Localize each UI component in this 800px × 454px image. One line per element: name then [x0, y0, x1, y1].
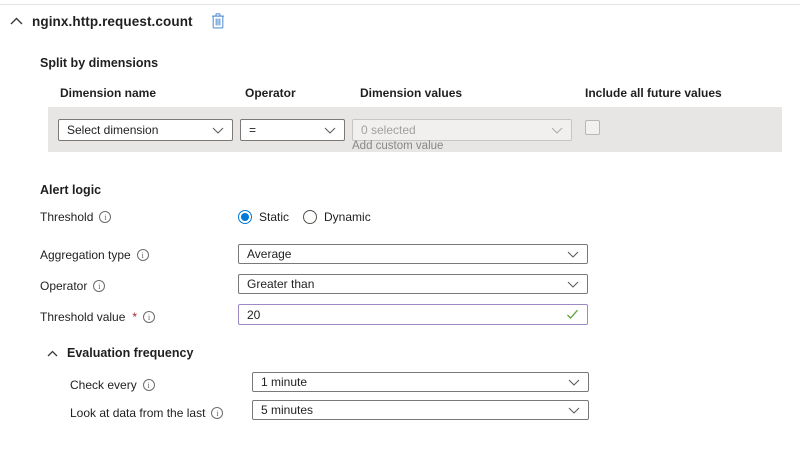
evaluation-frequency-header[interactable]: Evaluation frequency — [47, 346, 193, 360]
evaluation-frequency-title: Evaluation frequency — [67, 346, 193, 360]
aggregation-type-label: Aggregation type — [40, 248, 131, 262]
split-by-dimensions-title: Split by dimensions — [40, 56, 158, 70]
threshold-value-input[interactable] — [247, 308, 527, 322]
threshold-label-row: Threshold — [40, 210, 111, 224]
radio-unselected-icon — [303, 210, 317, 224]
chevron-down-icon — [324, 127, 336, 134]
threshold-value-label: Threshold value — [40, 310, 125, 324]
collapse-metric-chevron-icon[interactable] — [10, 17, 23, 25]
info-icon[interactable] — [99, 211, 111, 223]
threshold-radio-static[interactable]: Static — [238, 210, 289, 224]
top-divider — [0, 4, 800, 5]
chevron-down-icon — [551, 127, 563, 134]
required-asterisk: * — [132, 310, 137, 324]
dimension-operator-dropdown[interactable]: = — [240, 119, 345, 141]
aggregation-type-label-row: Aggregation type — [40, 248, 149, 262]
collapse-section-chevron-icon — [47, 350, 58, 357]
info-icon[interactable] — [211, 407, 223, 419]
metric-header: nginx.http.request.count — [10, 11, 225, 31]
aggregation-type-dropdown[interactable]: Average — [238, 244, 588, 264]
include-future-values-checkbox[interactable] — [585, 120, 600, 135]
radio-selected-icon — [238, 210, 252, 224]
dimension-name-dropdown-value: Select dimension — [67, 123, 158, 137]
threshold-value-field-wrap — [238, 304, 588, 325]
dimension-operator-dropdown-value: = — [249, 123, 256, 137]
metric-title: nginx.http.request.count — [32, 14, 193, 29]
dimension-values-dropdown-value: 0 selected — [361, 123, 416, 137]
dimension-name-dropdown[interactable]: Select dimension — [58, 119, 233, 141]
chevron-down-icon — [212, 127, 224, 134]
check-every-label-row: Check every — [70, 378, 155, 392]
delete-metric-button[interactable] — [211, 13, 225, 29]
dimension-values-dropdown: 0 selected — [352, 119, 572, 141]
info-icon[interactable] — [93, 280, 105, 292]
threshold-radio-dynamic[interactable]: Dynamic — [303, 210, 371, 224]
chevron-down-icon — [568, 407, 580, 414]
radio-dynamic-label: Dynamic — [324, 210, 371, 224]
operator-label: Operator — [40, 279, 87, 293]
chevron-down-icon — [567, 251, 579, 258]
threshold-label: Threshold — [40, 210, 93, 224]
info-icon[interactable] — [137, 249, 149, 261]
info-icon[interactable] — [143, 311, 155, 323]
operator-label-row: Operator — [40, 279, 105, 293]
add-custom-value-link[interactable]: Add custom value — [352, 140, 443, 152]
lookback-dropdown[interactable]: 5 minutes — [252, 400, 589, 420]
alert-logic-title: Alert logic — [40, 183, 101, 197]
threshold-value-label-row: Threshold value * — [40, 310, 155, 324]
check-every-label: Check every — [70, 378, 137, 392]
chevron-down-icon — [568, 379, 580, 386]
radio-static-label: Static — [259, 210, 289, 224]
column-header-dimension-name: Dimension name — [60, 86, 156, 100]
trash-icon — [211, 13, 225, 29]
lookback-label-row: Look at data from the last — [70, 406, 223, 420]
operator-dropdown-value: Greater than — [247, 277, 314, 291]
column-header-dimension-values: Dimension values — [360, 86, 462, 100]
check-every-dropdown-value: 1 minute — [261, 375, 307, 389]
dimension-row: Select dimension = 0 selected Add custom… — [48, 107, 782, 152]
aggregation-type-dropdown-value: Average — [247, 247, 291, 261]
info-icon[interactable] — [143, 379, 155, 391]
column-header-include-future-values: Include all future values — [585, 86, 722, 100]
check-every-dropdown[interactable]: 1 minute — [252, 372, 589, 392]
metric-alert-config-panel: nginx.http.request.count Split by dimens… — [0, 0, 800, 454]
valid-check-icon — [566, 309, 579, 320]
lookback-dropdown-value: 5 minutes — [261, 403, 313, 417]
column-header-operator: Operator — [245, 86, 296, 100]
threshold-radio-group: Static Dynamic — [238, 209, 371, 225]
operator-dropdown[interactable]: Greater than — [238, 274, 588, 294]
chevron-down-icon — [567, 281, 579, 288]
lookback-label: Look at data from the last — [70, 406, 205, 420]
